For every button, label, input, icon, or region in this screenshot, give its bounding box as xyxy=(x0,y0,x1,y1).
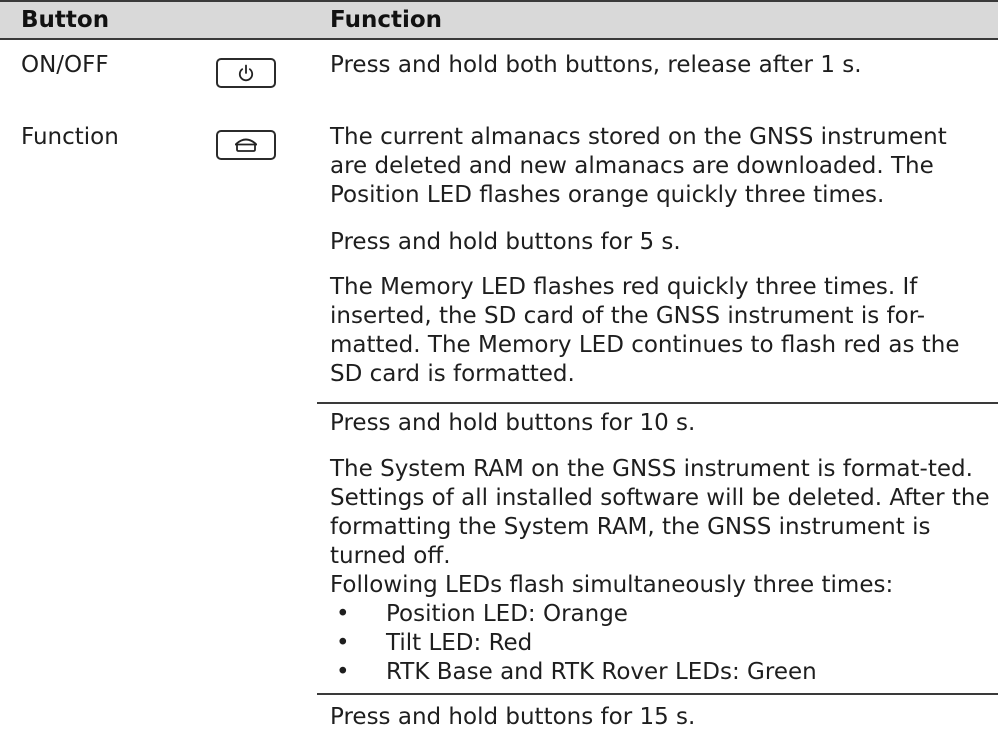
function-system-ram-text: The System RAM on the GNSS instrument is… xyxy=(330,456,990,569)
column-header-function: Function xyxy=(330,7,443,33)
list-item: • Position LED: Orange xyxy=(336,601,628,627)
function-leds-intro: Following LEDs flash simultaneously thre… xyxy=(330,572,894,598)
table-header: Button Function xyxy=(0,0,998,40)
function-almanac-text: The current almanacs stored on the GNSS … xyxy=(330,124,947,208)
row-divider xyxy=(317,402,998,404)
function-hold-10s: Press and hold buttons for 10 s. xyxy=(330,410,696,436)
list-item: • RTK Base and RTK Rover LEDs: Green xyxy=(336,659,817,685)
led-bullet-list: • Position LED: Orange • Tilt LED: Red • RT… xyxy=(330,600,990,687)
column-header-button: Button xyxy=(21,7,110,33)
onoff-description: Press and hold both buttons, release aft… xyxy=(330,52,862,78)
function-hold-5s: Press and hold buttons for 5 s. xyxy=(330,229,681,255)
function-button-icon xyxy=(216,130,276,160)
row-label-function: Function xyxy=(21,124,119,150)
row-label-onoff: ON/OFF xyxy=(21,52,109,78)
row-divider xyxy=(317,693,998,695)
list-item: • Tilt LED: Red xyxy=(336,630,533,656)
power-icon xyxy=(216,58,276,88)
function-hold-15s: Press and hold buttons for 15 s. xyxy=(330,704,696,730)
function-memory-led-text: The Memory LED flashes red quickly three… xyxy=(330,274,960,387)
